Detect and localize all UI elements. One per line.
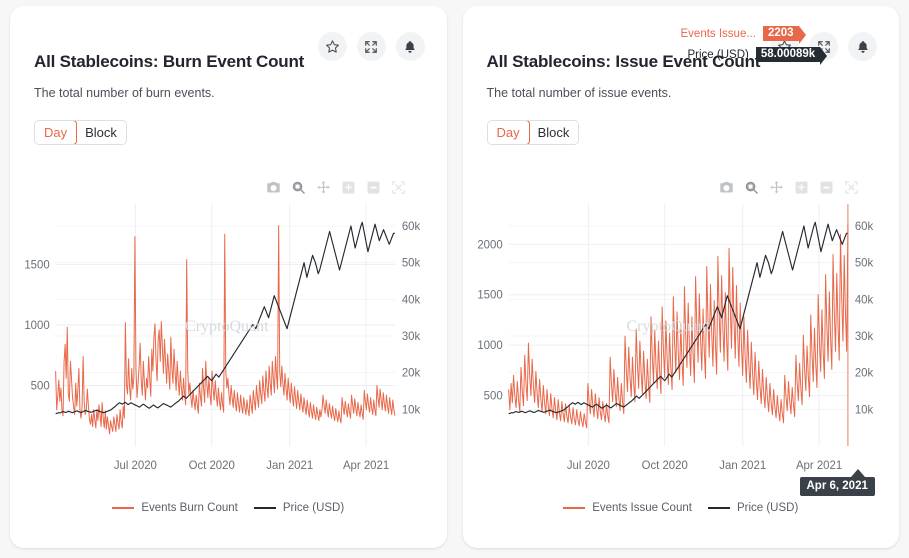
svg-text:Apr 2021: Apr 2021 (343, 460, 389, 472)
svg-text:10k: 10k (402, 404, 421, 416)
zoom-in-icon[interactable] (341, 179, 357, 195)
autoscale-icon[interactable] (843, 179, 859, 195)
legend-swatch-events (563, 507, 586, 509)
tooltip-price-label: Price (USD) (687, 48, 749, 61)
svg-text:2000: 2000 (477, 239, 502, 251)
tooltip-price: Price (USD) 58.00089k (687, 47, 828, 65)
legend-item-price[interactable]: Price (USD) (253, 502, 345, 514)
svg-text:40k: 40k (854, 294, 873, 306)
dashboard-root: All Stablecoins: Burn Event Count The to… (0, 0, 909, 558)
chart-legend-burn: Events Burn Count Price (USD) (10, 502, 447, 514)
svg-text:Jul 2020: Jul 2020 (566, 460, 609, 472)
card-actions-burn (317, 32, 425, 61)
legend-label-events: Events Burn Count (141, 502, 238, 514)
card-description: The total number of burn events. (34, 86, 215, 100)
toggle-option-block[interactable]: Block (528, 121, 579, 144)
svg-text:1000: 1000 (24, 320, 49, 332)
legend-item-price[interactable]: Price (USD) (707, 502, 799, 514)
legend-item-events[interactable]: Events Issue Count (563, 502, 692, 514)
tooltip-events-label: Events Issue... (680, 27, 756, 40)
svg-text:1500: 1500 (24, 259, 49, 271)
star-icon[interactable] (317, 32, 347, 61)
legend-label-price: Price (USD) (736, 502, 799, 514)
svg-text:Jan 2021: Jan 2021 (719, 460, 766, 472)
legend-label-price: Price (USD) (282, 502, 345, 514)
tooltip-events-issue: Events Issue... 2203 (680, 26, 806, 44)
svg-text:Jul 2020: Jul 2020 (114, 460, 157, 472)
interval-toggle-burn: Day Block (34, 120, 127, 145)
pan-icon[interactable] (316, 179, 332, 195)
svg-text:500: 500 (483, 391, 502, 403)
bell-icon[interactable] (848, 32, 877, 61)
svg-text:Oct 2020: Oct 2020 (641, 460, 687, 472)
svg-text:1000: 1000 (477, 340, 502, 352)
expand-icon[interactable] (356, 32, 386, 61)
svg-text:Apr 2021: Apr 2021 (795, 460, 841, 472)
plot-area-burn[interactable]: CryptoQuant 500 1000 1500 10k 20k 30k 40k 50k 60… (10, 196, 447, 486)
toggle-option-day[interactable]: Day (487, 121, 530, 144)
svg-text:Oct 2020: Oct 2020 (189, 460, 235, 472)
card-description: The total number of issue events. (486, 86, 672, 100)
legend-label-events: Events Issue Count (592, 502, 692, 514)
svg-text:1500: 1500 (477, 290, 502, 302)
svg-text:30k: 30k (402, 331, 421, 343)
camera-icon[interactable] (266, 179, 282, 195)
plot-modebar-issue (718, 179, 859, 195)
zoom-out-icon[interactable] (366, 179, 382, 195)
svg-text:20k: 20k (402, 368, 421, 380)
autoscale-icon[interactable] (391, 179, 407, 195)
svg-text:30k: 30k (854, 331, 873, 343)
legend-item-events[interactable]: Events Burn Count (112, 502, 238, 514)
interval-toggle-issue: Day Block (486, 120, 580, 145)
chart-legend-issue: Events Issue Count Price (USD) (463, 502, 900, 514)
legend-swatch-price (253, 507, 276, 509)
svg-text:60k: 60k (854, 221, 873, 233)
bell-icon[interactable] (395, 32, 425, 61)
legend-swatch-events (112, 507, 135, 509)
svg-text:500: 500 (31, 380, 50, 392)
zoom-select-icon[interactable] (291, 179, 307, 195)
zoom-out-icon[interactable] (818, 179, 834, 195)
svg-text:50k: 50k (854, 258, 873, 270)
zoom-select-icon[interactable] (743, 179, 759, 195)
tooltip-price-value: 58.00089k (755, 47, 828, 65)
svg-text:Jan 2021: Jan 2021 (266, 460, 313, 472)
chart-card-issue-event-count: All Stablecoins: Issue Event Count The t… (462, 6, 900, 548)
legend-swatch-price (707, 507, 730, 509)
svg-text:20k: 20k (854, 368, 873, 380)
plot-modebar-burn (266, 179, 407, 195)
svg-text:60k: 60k (402, 221, 421, 233)
chart-card-burn-event-count: All Stablecoins: Burn Event Count The to… (10, 6, 447, 548)
tooltip-date-badge: Apr 6, 2021 (799, 469, 875, 496)
svg-text:10k: 10k (854, 404, 873, 416)
camera-icon[interactable] (718, 179, 734, 195)
toggle-option-day[interactable]: Day (34, 121, 78, 144)
plot-svg-issue: 500 1000 1500 2000 10k 20k 30k 40k 50k 60k Jul 202… (477, 204, 873, 472)
svg-text:50k: 50k (402, 258, 421, 270)
zoom-in-icon[interactable] (793, 179, 809, 195)
pan-icon[interactable] (768, 179, 784, 195)
toggle-option-block[interactable]: Block (76, 121, 126, 144)
svg-text:40k: 40k (402, 294, 421, 306)
tooltip-events-value: 2203 (762, 26, 806, 44)
plot-area-issue[interactable]: CryptoQuant 500 1000 1500 2000 10k 20k 30k 40k 5… (463, 196, 900, 486)
plot-svg-burn: 500 1000 1500 10k 20k 30k 40k 50k 60k Jul 2020 Oct… (24, 204, 421, 472)
